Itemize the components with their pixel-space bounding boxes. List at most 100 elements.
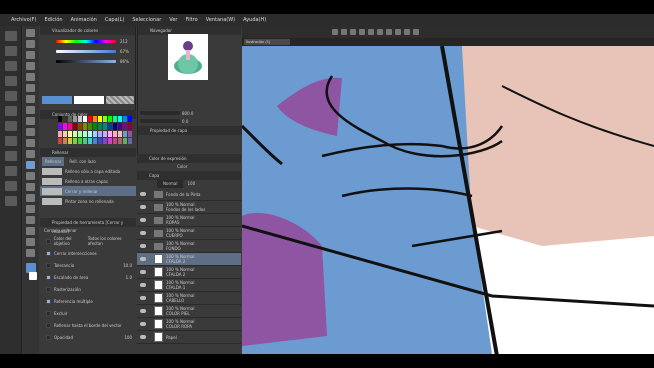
color-swatch[interactable] bbox=[123, 130, 127, 137]
color-swatch[interactable] bbox=[88, 116, 92, 123]
visibility-eye-icon[interactable] bbox=[140, 192, 146, 196]
color-swatch[interactable] bbox=[78, 116, 82, 123]
color-swatch[interactable] bbox=[88, 130, 92, 137]
frame-tool-icon[interactable] bbox=[26, 194, 35, 202]
brightness-slider[interactable] bbox=[56, 60, 116, 63]
color-swatch[interactable] bbox=[63, 130, 67, 137]
color-swatch[interactable] bbox=[88, 137, 92, 144]
color-swatch[interactable] bbox=[113, 137, 117, 144]
color-swatch[interactable] bbox=[128, 130, 132, 137]
blend-mode-select[interactable]: Normal bbox=[157, 180, 184, 188]
balloon-tool-icon[interactable] bbox=[26, 227, 35, 235]
color-swatch[interactable] bbox=[93, 137, 97, 144]
property-checkbox[interactable] bbox=[46, 274, 51, 280]
redo-icon[interactable] bbox=[5, 91, 17, 101]
visibility-eye-icon[interactable] bbox=[140, 283, 146, 287]
invert-icon[interactable] bbox=[5, 166, 17, 176]
color-swatch[interactable] bbox=[58, 123, 62, 130]
layer-row[interactable]: 100 % Normal CFALDA 1 bbox=[137, 279, 241, 292]
color-expression-value[interactable]: Color bbox=[137, 163, 241, 171]
property-value[interactable]: 100 bbox=[124, 335, 132, 340]
transparent-color-preview[interactable] bbox=[106, 96, 134, 104]
visibility-eye-icon[interactable] bbox=[140, 309, 146, 313]
color-swatch[interactable] bbox=[128, 123, 132, 130]
snap-icon[interactable] bbox=[395, 29, 401, 35]
color-swatch[interactable] bbox=[73, 123, 77, 130]
color-set-grid[interactable] bbox=[58, 116, 132, 144]
ruler-tool-icon[interactable] bbox=[26, 205, 35, 213]
redo-icon[interactable] bbox=[341, 29, 347, 35]
color-swatch[interactable] bbox=[78, 123, 82, 130]
color-swatch[interactable] bbox=[103, 130, 107, 137]
color-swatch[interactable] bbox=[108, 123, 112, 130]
property-checkbox[interactable] bbox=[46, 298, 51, 304]
visibility-eye-icon[interactable] bbox=[140, 296, 146, 300]
color-swatch[interactable] bbox=[98, 130, 102, 137]
subtool-item[interactable]: Relleno a otras capas bbox=[40, 176, 136, 186]
tab-lazo[interactable]: Rell. con lazo bbox=[66, 157, 98, 166]
move-tool-icon[interactable] bbox=[26, 40, 35, 48]
property-checkbox[interactable] bbox=[46, 238, 51, 244]
color-swatch[interactable] bbox=[83, 116, 87, 123]
visibility-eye-icon[interactable] bbox=[140, 270, 146, 274]
property-checkbox[interactable] bbox=[46, 334, 51, 340]
deselect-icon[interactable] bbox=[5, 151, 17, 161]
menu-filtro[interactable]: Filtro bbox=[182, 17, 200, 23]
color-swatch[interactable] bbox=[78, 137, 82, 144]
layer-row[interactable]: 100 % Normal COLOR ROPA bbox=[137, 318, 241, 331]
visibility-eye-icon[interactable] bbox=[140, 244, 146, 248]
grid-icon[interactable] bbox=[404, 29, 410, 35]
visibility-eye-icon[interactable] bbox=[140, 205, 146, 209]
color-swatch[interactable] bbox=[68, 137, 72, 144]
menu-edicion[interactable]: Edición bbox=[41, 17, 65, 23]
color-swatch[interactable] bbox=[98, 116, 102, 123]
color-swatch[interactable] bbox=[63, 123, 67, 130]
color-swatch[interactable] bbox=[103, 137, 107, 144]
drawing-canvas[interactable] bbox=[240, 45, 654, 354]
layer-row[interactable]: 100 % Normal Fondos de los lados bbox=[137, 201, 241, 214]
color-swatch[interactable] bbox=[73, 130, 77, 137]
color-swatch[interactable] bbox=[113, 130, 117, 137]
open-file-icon[interactable] bbox=[5, 46, 17, 56]
color-swatch[interactable] bbox=[98, 123, 102, 130]
pen-tool-icon[interactable] bbox=[26, 84, 35, 92]
navigator-thumbnail[interactable] bbox=[168, 34, 208, 80]
color-swatch[interactable] bbox=[123, 123, 127, 130]
color-swatch[interactable] bbox=[68, 123, 72, 130]
operation-tool-icon[interactable] bbox=[26, 51, 35, 59]
color-swatch[interactable] bbox=[118, 116, 122, 123]
color-swatch[interactable] bbox=[63, 137, 67, 144]
color-swatch[interactable] bbox=[68, 130, 72, 137]
object-tool-icon[interactable] bbox=[26, 249, 35, 257]
color-swatch[interactable] bbox=[128, 116, 132, 123]
text-tool-icon[interactable] bbox=[26, 216, 35, 224]
menu-archivo[interactable]: Archivo(F) bbox=[8, 17, 39, 23]
angle-slider[interactable] bbox=[140, 119, 180, 123]
lasso-tool-icon[interactable] bbox=[26, 62, 35, 70]
clear-icon[interactable] bbox=[5, 106, 17, 116]
transform-icon[interactable] bbox=[5, 136, 17, 146]
layer-row[interactable]: Papel bbox=[137, 331, 241, 344]
layer-row[interactable]: 100 % Normal COLOR PIEL bbox=[137, 305, 241, 318]
ruler-icon[interactable] bbox=[413, 29, 419, 35]
color-swatch[interactable] bbox=[103, 116, 107, 123]
fit-icon[interactable] bbox=[368, 29, 374, 35]
color-swatch[interactable] bbox=[108, 116, 112, 123]
eraser-tool-icon[interactable] bbox=[26, 139, 35, 147]
eyedropper-tool-icon[interactable] bbox=[26, 73, 35, 81]
color-swatch[interactable] bbox=[78, 130, 82, 137]
visibility-eye-icon[interactable] bbox=[140, 335, 146, 339]
tab-rellenar[interactable]: Rellenar bbox=[42, 157, 65, 166]
canvas-tab[interactable]: Ilustración (1) bbox=[244, 39, 290, 45]
subtool-item-selected[interactable]: Cerrar y rellenar bbox=[40, 186, 136, 196]
correct-line-tool-icon[interactable] bbox=[26, 238, 35, 246]
zoom-tool-icon[interactable] bbox=[26, 29, 35, 37]
color-swatch[interactable] bbox=[108, 137, 112, 144]
layer-row[interactable]: 100 % Normal ROPAS bbox=[137, 214, 241, 227]
layer-row[interactable]: 100 % Normal CFALDA 2 bbox=[137, 266, 241, 279]
menu-seleccionar[interactable]: Seleccionar bbox=[129, 17, 164, 23]
color-swatch[interactable] bbox=[58, 116, 62, 123]
color-swatch[interactable] bbox=[118, 137, 122, 144]
pencil-tool-icon[interactable] bbox=[26, 95, 35, 103]
decoration-tool-icon[interactable] bbox=[26, 128, 35, 136]
